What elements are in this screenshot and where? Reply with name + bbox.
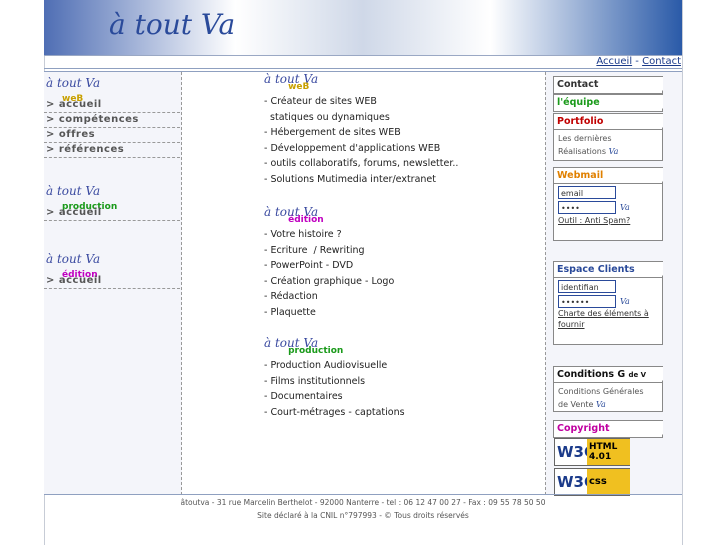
css-validation-label: css	[587, 469, 630, 495]
page-border-right	[682, 0, 683, 545]
list-item: - Rédaction	[264, 291, 318, 302]
top-links: Accueil - Contact	[596, 56, 681, 67]
list-item: - Court-métrages - captations	[264, 406, 405, 418]
nav-web-accueil[interactable]: > accueil	[44, 98, 180, 113]
email-field[interactable]: email	[558, 186, 616, 199]
list-item: - Créateur de sites WEB	[264, 96, 377, 107]
web-nav: > accueil > compétences > offres > référ…	[44, 98, 180, 158]
nav-web-offres[interactable]: > offres	[44, 128, 180, 143]
webmail-submit-button[interactable]: Va	[620, 201, 630, 214]
center-web-logo: à tout VaweB	[264, 72, 319, 92]
header-banner: à tout Va	[44, 0, 682, 56]
list-item: - Documentaires	[264, 391, 343, 402]
clients-box: Espace Clients identifian •••••• Va Char…	[553, 261, 663, 345]
client-password-field[interactable]: ••••••	[558, 295, 616, 308]
right-separator	[545, 72, 546, 495]
portfolio-box: Portfolio Les dernières Réalisations Va	[553, 113, 663, 161]
list-item: - Plaquette	[264, 306, 316, 318]
webmail-box: Webmail email •••• Va Outil : Anti Spam?	[553, 167, 663, 241]
footer-rule	[44, 494, 682, 495]
nav-web-competences[interactable]: > compétences	[44, 113, 180, 128]
list-item: - Développement d'applications WEB	[264, 142, 441, 154]
webmail-title: Webmail	[554, 168, 663, 184]
clients-title: Espace Clients	[554, 262, 663, 278]
list-item: - Votre histoire ?	[264, 229, 342, 240]
antispam-link[interactable]: Outil : Anti Spam?	[558, 216, 630, 225]
go-icon: Va	[596, 400, 606, 409]
list-item: - outils collaboratifs, forums, newslett…	[264, 158, 459, 169]
list-item: - Production Audiovisuelle	[264, 360, 388, 371]
main-content: à tout VaweB - Créateur de sites WEB sta…	[264, 72, 534, 420]
list-item: - Ecriture / Rewriting	[264, 244, 365, 256]
nav-production-accueil[interactable]: > accueil	[44, 206, 180, 221]
edition-nav: > accueil	[44, 274, 180, 289]
list-item: - Solutions Mutimedia inter/extranet	[264, 173, 436, 185]
w3c-html-badge[interactable]: W3C HTML 4.01	[554, 438, 630, 466]
html-validation-label: HTML 4.01	[587, 439, 630, 465]
production-services-list: - Production Audiovisuelle - Films insti…	[264, 358, 534, 420]
footer: âtoutva - 31 rue Marcelin Berthelot - 92…	[44, 496, 682, 522]
conditions-body[interactable]: Conditions Générales de Vente Va	[554, 383, 662, 413]
copyright-tab[interactable]: Copyright	[553, 420, 663, 438]
left-separator	[181, 72, 182, 495]
portfolio-body[interactable]: Les dernières Réalisations Va	[554, 130, 662, 160]
center-production-logo: à tout Vaproduction	[264, 336, 344, 356]
list-item: - PowerPoint - DVD	[264, 260, 354, 271]
web-services-list: - Créateur de sites WEB statiques ou dyn…	[264, 94, 534, 187]
list-item: - Films institutionnels	[264, 375, 366, 387]
header-rule	[44, 68, 682, 69]
production-nav: > accueil	[44, 206, 180, 221]
site-logo[interactable]: à tout Va	[109, 8, 235, 41]
go-icon: Va	[608, 147, 619, 156]
list-item: - Création graphique - Logo	[264, 275, 395, 287]
nav-web-references[interactable]: > références	[44, 143, 180, 158]
portfolio-title[interactable]: Portfolio	[554, 114, 663, 130]
equipe-tab[interactable]: l'équipe	[553, 94, 663, 112]
footer-address: âtoutva - 31 rue Marcelin Berthelot - 92…	[180, 498, 546, 507]
charte-link[interactable]: Charte des éléments à fournir	[558, 308, 658, 330]
webmail-password-field[interactable]: ••••	[558, 201, 616, 214]
client-submit-button[interactable]: Va	[620, 295, 630, 308]
footer-legal: Site déclaré à la CNIL n°797993 - © Tous…	[257, 511, 469, 520]
conditions-title[interactable]: Conditions G de V	[554, 367, 663, 383]
list-item: - Hébergement de sites WEB	[264, 127, 401, 138]
w3c-css-badge[interactable]: W3C css	[554, 468, 630, 496]
edition-services-list: - Votre histoire ? - Ecriture / Rewritin…	[264, 227, 534, 320]
contact-tab[interactable]: Contact	[553, 76, 663, 94]
nav-edition-accueil[interactable]: > accueil	[44, 274, 180, 289]
conditions-box: Conditions G de V Conditions Générales de…	[553, 366, 663, 412]
home-link[interactable]: Accueil	[596, 56, 632, 67]
client-id-field[interactable]: identifian	[558, 280, 616, 293]
left-sidebar: à tout Va weB > accueil > compétences > o…	[44, 72, 182, 495]
center-edition-logo: à tout Vaédition	[264, 205, 324, 225]
list-item: statiques ou dynamiques	[264, 111, 390, 123]
contact-link[interactable]: Contact	[642, 56, 681, 67]
